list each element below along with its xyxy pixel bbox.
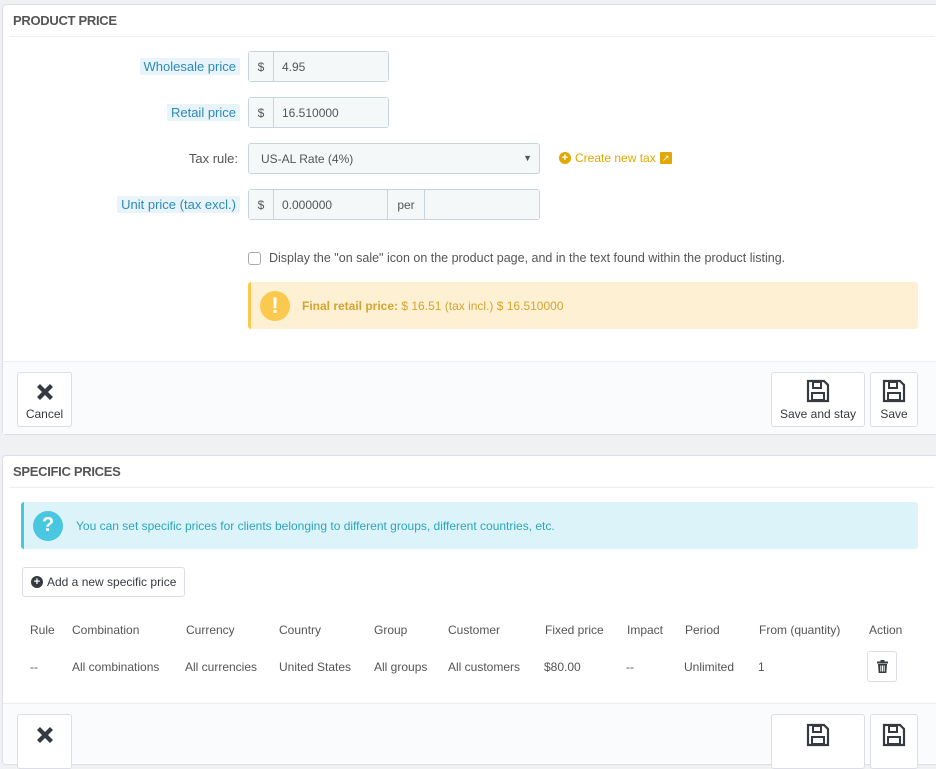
external-link-icon: ↗ [659, 152, 672, 164]
floppy-disk-icon [882, 379, 906, 403]
cell-period: Unlimited [684, 660, 735, 674]
add-specific-price-label: Add a new specific price [47, 575, 177, 589]
currency-addon: $ [249, 190, 274, 219]
col-group: Group [374, 623, 408, 637]
save-and-stay-label: Save and stay [779, 407, 857, 421]
save-label: Save [880, 407, 908, 421]
cancel-button[interactable]: Cancel [17, 372, 72, 427]
currency-addon: $ [249, 52, 274, 81]
cancel-label: Cancel [25, 407, 64, 421]
col-action: Action [869, 623, 903, 637]
create-new-tax-label: Create new tax [575, 151, 656, 165]
final-price-alert: ! Final retail price: $ 16.51 (tax incl.… [248, 282, 918, 329]
close-icon [36, 384, 53, 400]
unit-price-label: Unit price (tax excl.) [117, 196, 240, 213]
col-fixed-price: Fixed price [545, 623, 604, 637]
tax-rule-label: Tax rule: [188, 151, 238, 166]
cell-customer: All customers [448, 660, 521, 674]
specific-prices-title: SPECIFIC PRICES [9, 456, 935, 488]
retail-label-wrap: Retail price [0, 97, 240, 128]
cell-country: United States [279, 660, 352, 674]
specific-prices-info-text: You can set specific prices for clients … [76, 518, 555, 533]
floppy-disk-icon [806, 723, 830, 747]
cell-fixed-price: $80.00 [544, 660, 581, 674]
retail-price-input[interactable]: 16.510000 [274, 98, 388, 127]
wholesale-price-field[interactable]: $ 4.95 [248, 51, 389, 82]
exclamation-icon: ! [260, 290, 290, 321]
currency-addon: $ [249, 98, 274, 127]
unit-price-field: $ 0.000000 per [248, 189, 540, 220]
unit-price-input[interactable]: 0.000000 [274, 190, 388, 219]
plus-circle-icon: + [559, 152, 571, 164]
wholesale-label-wrap: Wholesale price [0, 51, 240, 82]
on-sale-option[interactable]: Display the "on sale" icon on the produc… [248, 251, 785, 265]
cancel-button-bottom[interactable] [17, 714, 72, 769]
col-impact: Impact [627, 623, 664, 637]
floppy-disk-icon [806, 379, 830, 403]
retail-price-label: Retail price [166, 104, 240, 121]
wholesale-price-input[interactable]: 4.95 [274, 52, 388, 81]
wholesale-price-label: Wholesale price [139, 58, 240, 75]
add-specific-price-button[interactable]: + Add a new specific price [22, 567, 186, 597]
plus-circle-icon: + [31, 576, 43, 588]
unit-per-input[interactable] [425, 190, 539, 219]
save-and-stay-button-bottom[interactable] [771, 714, 865, 769]
save-button[interactable]: Save [870, 372, 918, 427]
cell-currency: All currencies [185, 660, 258, 674]
on-sale-label: Display the "on sale" icon on the produc… [269, 251, 786, 265]
retail-price-field[interactable]: $ 16.510000 [248, 97, 389, 128]
trash-icon [876, 660, 888, 673]
specific-prices-info-alert: ? You can set specific prices for client… [21, 502, 918, 549]
col-from-quantity: From (quantity) [759, 623, 841, 637]
col-currency: Currency [186, 623, 235, 637]
cell-rule: -- [30, 660, 38, 674]
final-price-label: Final retail price: [302, 298, 399, 313]
col-combination: Combination [72, 623, 140, 637]
on-sale-checkbox[interactable] [248, 251, 261, 265]
col-rule: Rule [30, 623, 55, 637]
cell-combination: All combinations [72, 660, 160, 674]
final-price-value: $ 16.51 (tax incl.) $ 16.510000 [401, 298, 564, 313]
tax-rule-label-wrap: Tax rule: [0, 143, 238, 174]
caret-down-icon: ▼ [523, 153, 532, 163]
col-customer: Customer [448, 623, 501, 637]
col-country: Country [279, 623, 322, 637]
floppy-disk-icon [882, 723, 906, 747]
cell-group: All groups [374, 660, 428, 674]
tax-rule-selected: US-AL Rate (4%) [261, 151, 354, 166]
close-icon [36, 727, 53, 743]
create-new-tax-link[interactable]: + Create new tax ↗ [559, 151, 672, 165]
save-and-stay-button[interactable]: Save and stay [771, 372, 865, 427]
save-button-bottom[interactable] [870, 714, 918, 769]
per-addon: per [388, 190, 425, 219]
cell-from-quantity: 1 [758, 660, 765, 674]
delete-specific-price-button[interactable] [867, 651, 897, 682]
col-period: Period [685, 623, 720, 637]
unit-price-label-wrap: Unit price (tax excl.) [0, 189, 240, 220]
cell-impact: -- [626, 660, 634, 674]
tax-rule-select[interactable]: US-AL Rate (4%) ▼ [248, 143, 540, 174]
question-icon: ? [33, 510, 63, 541]
product-price-title: PRODUCT PRICE [9, 5, 935, 37]
